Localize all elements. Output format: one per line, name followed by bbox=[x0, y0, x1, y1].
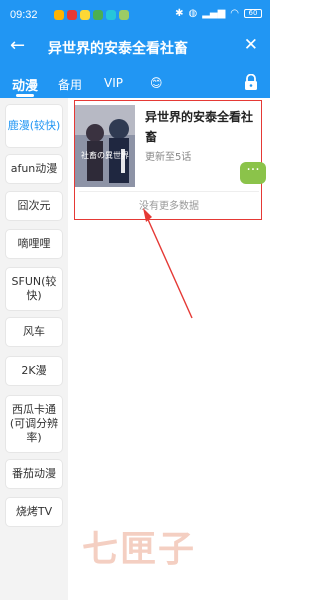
wifi-icon: ◠ bbox=[230, 8, 239, 19]
sidebar-item-xigua[interactable]: 西瓜卡通(可调分辨率) bbox=[5, 395, 63, 453]
notification-app-icon bbox=[106, 10, 116, 20]
sidebar-item-fanqie[interactable]: 番茄动漫 bbox=[5, 459, 63, 489]
anime-cover-image[interactable]: 社畜の異世界 bbox=[75, 105, 135, 187]
tab-anime[interactable]: 动漫 bbox=[12, 75, 38, 94]
silent-icon: ◍ bbox=[188, 8, 198, 19]
tab-indicator bbox=[16, 94, 34, 97]
sidebar-item-sfun[interactable]: SFUN(较快) bbox=[5, 267, 63, 311]
anime-title[interactable]: 异世界的安泰全看社畜 bbox=[145, 107, 257, 147]
system-icons: ✱ ◍ ▂▄▆ ◠ 60 bbox=[175, 8, 262, 19]
status-time: 09:32 bbox=[10, 9, 38, 21]
notification-icons bbox=[54, 10, 129, 20]
sidebar-item-luman[interactable]: 鹿漫(较快) bbox=[5, 104, 63, 148]
sidebar-item-fengche[interactable]: 风车 bbox=[5, 317, 63, 347]
no-more-data-label: 没有更多数据 bbox=[139, 201, 199, 212]
tab-vip[interactable]: VIP bbox=[104, 76, 123, 90]
bluetooth-icon: ✱ bbox=[175, 8, 184, 19]
cover-text: 社畜の異世界 bbox=[81, 151, 129, 160]
source-sidebar: 鹿漫(较快) afun动漫 囧次元 嘀哩哩 SFUN(较快) 风车 2K漫 西瓜… bbox=[0, 98, 68, 600]
cover-art bbox=[75, 105, 135, 187]
sidebar-item-dilili[interactable]: 嘀哩哩 bbox=[5, 229, 63, 259]
back-arrow-icon[interactable]: ← bbox=[10, 35, 25, 56]
search-result-card[interactable]: 社畜の異世界 异世界的安泰全看社畜 更新至5话 没有更多数据 bbox=[74, 100, 262, 220]
sidebar-item-2kman[interactable]: 2K漫 bbox=[5, 356, 63, 386]
notification-app-icon bbox=[54, 10, 64, 20]
sidebar-item-shaokao[interactable]: 烧烤TV bbox=[5, 497, 63, 527]
episode-status: 更新至5话 bbox=[145, 152, 192, 163]
battery-icon: 60 bbox=[244, 9, 262, 18]
watermark-logo: 七匣子 bbox=[82, 529, 197, 570]
notification-app-icon bbox=[67, 10, 77, 20]
notification-app-icon bbox=[119, 10, 129, 20]
more-options-button[interactable]: ··· bbox=[240, 162, 266, 184]
signal-icon: ▂▄▆ bbox=[202, 8, 226, 19]
sidebar-item-jiongciyuan[interactable]: 囧次元 bbox=[5, 191, 63, 221]
tab-emoji[interactable]: 😊 bbox=[150, 76, 163, 90]
lock-icon[interactable] bbox=[244, 74, 258, 90]
divider bbox=[79, 191, 259, 192]
tab-backup[interactable]: 备用 bbox=[58, 76, 82, 93]
page-title: 异世界的安泰全看社畜 bbox=[48, 41, 188, 57]
app-bar: ← 异世界的安泰全看社畜 ✕ bbox=[0, 32, 270, 62]
sidebar-item-afun[interactable]: afun动漫 bbox=[5, 154, 63, 184]
close-icon[interactable]: ✕ bbox=[244, 35, 258, 55]
notification-app-icon bbox=[93, 10, 103, 20]
status-bar: 09:32 ✱ ◍ ▂▄▆ ◠ 60 bbox=[0, 0, 270, 32]
notification-app-icon bbox=[80, 10, 90, 20]
source-tabs: 动漫 备用 VIP 😊 bbox=[0, 62, 270, 98]
